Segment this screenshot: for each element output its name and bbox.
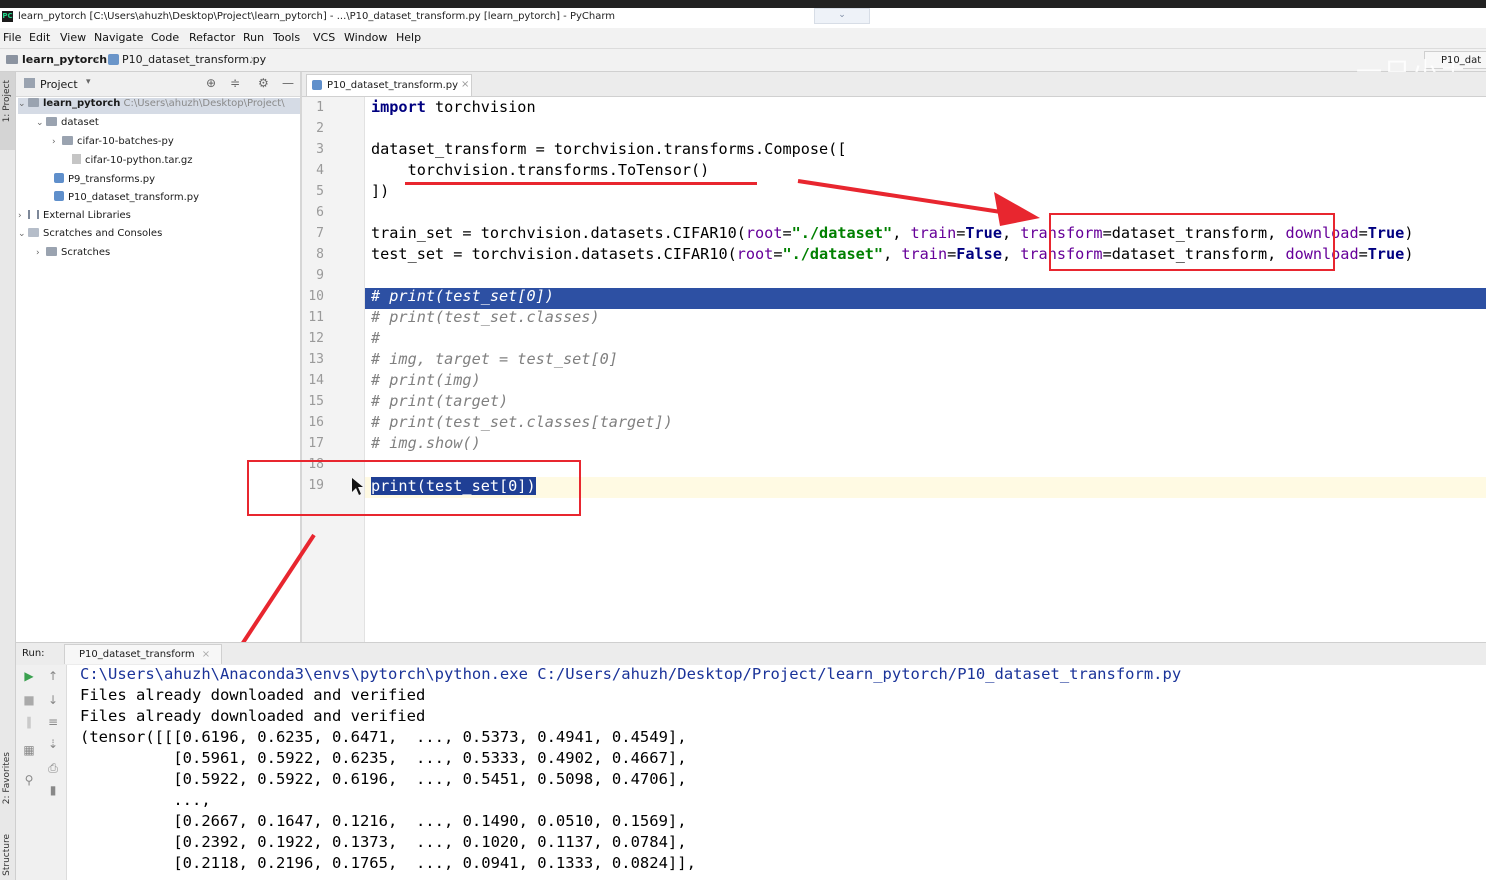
close-icon[interactable]: × <box>202 649 210 660</box>
console-line: [0.5922, 0.5922, 0.6196, ..., 0.5451, 0.… <box>80 770 687 788</box>
run-toolbar: ▶ ↑ ■ ↓ ∥ ≡ ▦ ⇣ ⎙ ⚲ ▮ <box>16 665 67 880</box>
arrow-up-icon[interactable]: ↑ <box>45 669 61 683</box>
console-line: [0.2118, 0.2196, 0.1765, ..., 0.0941, 0.… <box>80 854 696 872</box>
pin-icon[interactable]: ⚲ <box>21 773 37 787</box>
console-line: Files already downloaded and verified <box>80 686 426 704</box>
run-tab-label: P10_dataset_transform <box>79 649 195 660</box>
run-panel-header: Run: P10_dataset_transform × <box>16 642 1486 666</box>
console-line: [0.2392, 0.1922, 0.1373, ..., 0.1020, 0.… <box>80 833 687 851</box>
console-line: [0.5961, 0.5922, 0.6235, ..., 0.5333, 0.… <box>80 749 687 767</box>
console-line: Files already downloaded and verified <box>80 707 426 725</box>
annotation-arrow-line <box>797 179 1015 216</box>
annotation-arrowhead <box>994 192 1040 226</box>
pause-icon[interactable]: ∥ <box>21 715 37 729</box>
console-line: [0.2667, 0.1647, 0.1216, ..., 0.1490, 0.… <box>80 812 687 830</box>
wrap-icon[interactable]: ≡ <box>45 715 61 729</box>
scroll-end-icon[interactable]: ⇣ <box>45 737 61 751</box>
play-icon[interactable]: ▶ <box>21 669 37 683</box>
mouse-cursor-icon <box>352 478 363 495</box>
console-line: ..., <box>80 791 211 809</box>
arrow-down-icon[interactable]: ↓ <box>45 693 61 707</box>
run-label: Run: <box>22 648 45 659</box>
console-line: C:\Users\ahuzh\Anaconda3\envs\pytorch\py… <box>80 665 1182 683</box>
print-icon[interactable]: ⎙ <box>45 761 61 776</box>
console-line: (tensor([[[0.6196, 0.6235, 0.6471, ..., … <box>80 728 687 746</box>
layout-icon[interactable]: ▦ <box>21 743 37 757</box>
stop-icon[interactable]: ■ <box>21 693 37 707</box>
run-tab[interactable]: P10_dataset_transform × <box>64 644 222 664</box>
trash-icon[interactable]: ▮ <box>45 783 61 797</box>
console-output[interactable]: C:\Users\ahuzh\Anaconda3\envs\pytorch\py… <box>67 665 1486 880</box>
